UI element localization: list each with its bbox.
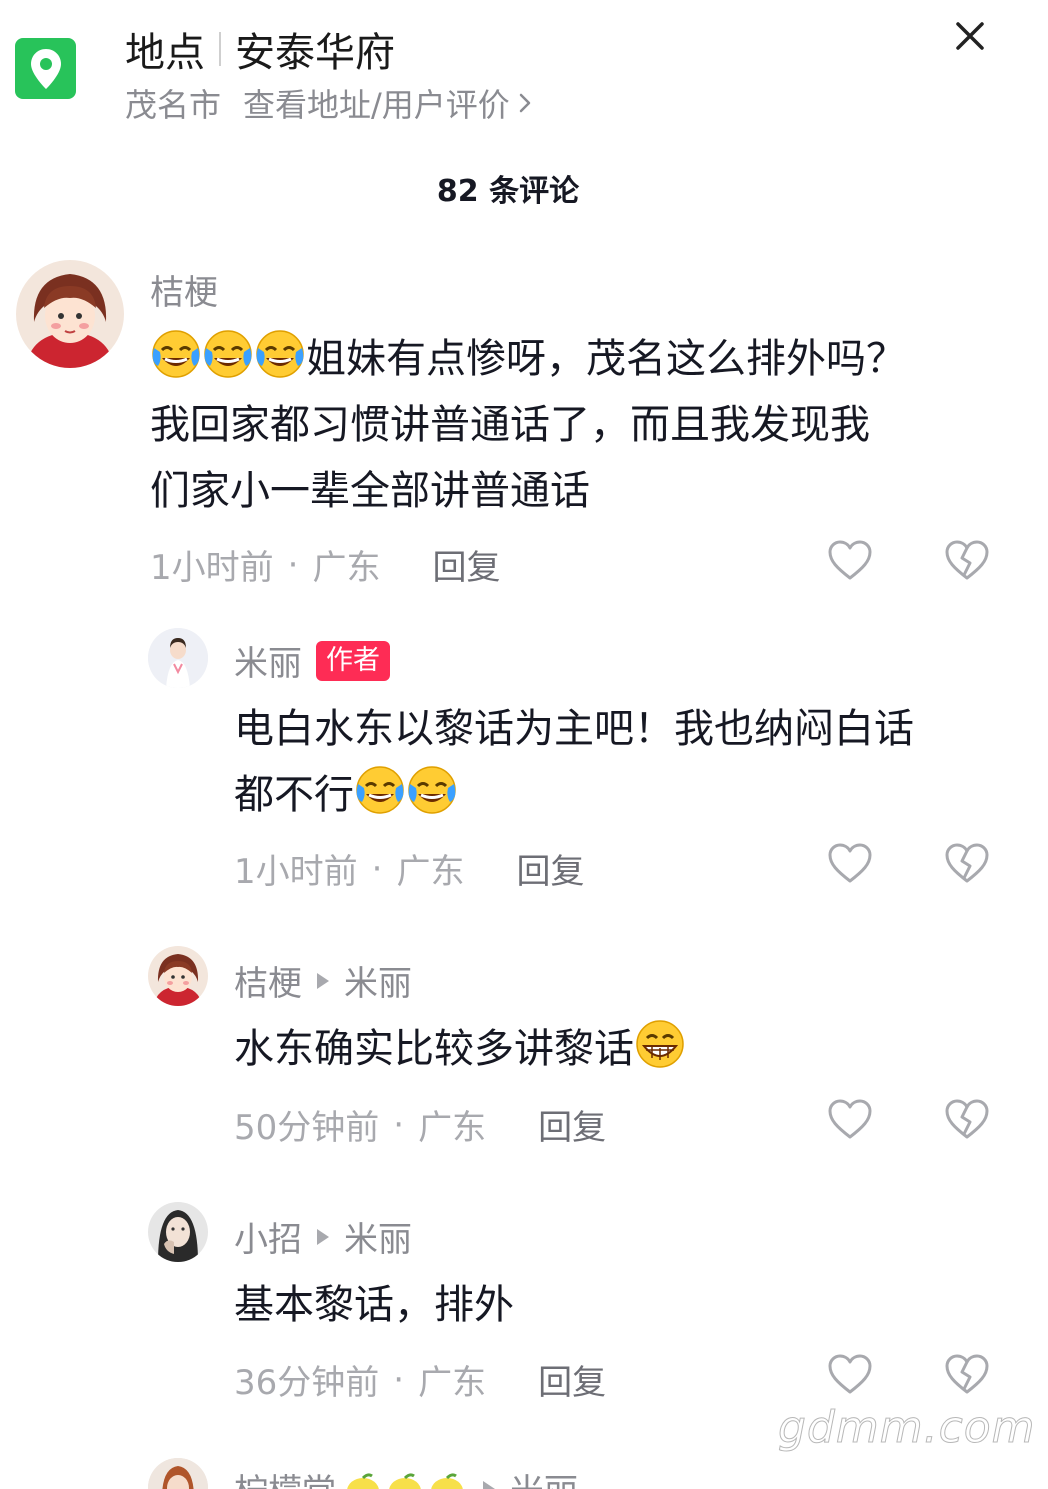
author-badge: 作者 (316, 640, 390, 681)
laughing-crying-emoji-icon (408, 766, 456, 814)
broken-heart-icon[interactable] (944, 539, 990, 581)
comment-time: 1小时前 (150, 548, 274, 588)
laughing-crying-emoji-icon (204, 330, 252, 378)
author-name[interactable]: 柠檬堂 (234, 1464, 336, 1489)
reply-arrow-icon (316, 972, 330, 990)
location-subtitle[interactable]: 茂名市 查看地址/用户评价 (125, 80, 532, 126)
location-title[interactable]: 地点 安泰华府 (125, 20, 395, 78)
comment-text-line: 水东确实比较多讲黎话 (234, 1026, 634, 1072)
location-label: 地点 (125, 30, 205, 76)
lemon-emoji-icon (342, 1471, 384, 1489)
reply-to-name[interactable]: 米丽 (344, 1212, 412, 1261)
reply-button[interactable]: 回复 (516, 844, 584, 893)
laughing-crying-emoji-icon (256, 330, 304, 378)
comment-meta: 1小时前 · 广东 回复 (150, 540, 500, 589)
location-header: 地点 安泰华府 茂名市 查看地址/用户评价 (0, 0, 1048, 140)
laughing-crying-emoji-icon (356, 766, 404, 814)
comment-author[interactable]: 小招 米丽 (234, 1212, 412, 1261)
comment-text-line: 姐妹有点惨呀，茂名这么排外吗？ (306, 336, 906, 382)
comment-count: 82 条评论 (436, 174, 580, 209)
comment-meta: 50分钟前 · 广东 回复 (234, 1100, 606, 1149)
author-name[interactable]: 米丽 (234, 636, 302, 685)
comment-region: 广东 (312, 548, 381, 588)
avatar[interactable] (148, 1202, 208, 1262)
meta-dot: · (287, 544, 299, 585)
comment-text: 姐妹有点惨呀，茂名这么排外吗？ 我回家都习惯讲普通话了，而且我发现我 们家小一辈… (150, 326, 906, 524)
partial-reply-item: 柠檬堂 米丽 (0, 1450, 1048, 1489)
author-name[interactable]: 桔梗 (234, 956, 302, 1005)
comment-author[interactable]: 桔梗 (150, 265, 218, 314)
comment-meta: 36分钟前 · 广东 回复 (234, 1355, 606, 1404)
chevron-right-icon (518, 91, 532, 115)
comment-meta: 1小时前 · 广东 回复 (234, 844, 584, 893)
comment-region: 广东 (418, 1363, 487, 1403)
broken-heart-icon[interactable] (944, 842, 990, 884)
comment-time: 36分钟前 (234, 1363, 380, 1403)
location-name: 安泰华府 (235, 30, 395, 76)
comment-author[interactable]: 桔梗 米丽 (234, 956, 412, 1005)
comment-region: 广东 (396, 852, 465, 892)
broken-heart-icon[interactable] (944, 1098, 990, 1140)
comment-text: 电白水东以黎话为主吧！我也纳闷白话 都不行 (234, 696, 914, 828)
close-icon[interactable] (948, 14, 992, 58)
reply-to-name[interactable]: 米丽 (344, 956, 412, 1005)
watermark: gdmm.com (778, 1402, 1036, 1454)
comment-text-line: 们家小一辈全部讲普通话 (150, 468, 590, 514)
reply-button[interactable]: 回复 (432, 540, 500, 589)
author-name[interactable]: 桔梗 (150, 265, 218, 314)
laughing-crying-emoji-icon (152, 330, 200, 378)
lemon-emoji-icon (384, 1471, 426, 1489)
heart-icon[interactable] (827, 842, 873, 884)
reply-button[interactable]: 回复 (538, 1355, 606, 1404)
comment-region: 广东 (418, 1108, 487, 1148)
heart-icon[interactable] (827, 1353, 873, 1395)
meta-dot: · (393, 1104, 405, 1145)
avatar[interactable] (148, 946, 208, 1006)
reply-to-name[interactable]: 米丽 (510, 1464, 578, 1489)
reply-arrow-icon (482, 1480, 496, 1489)
meta-dot: · (371, 848, 383, 889)
comment-text-line: 都不行 (234, 772, 354, 818)
grinning-emoji-icon (636, 1020, 684, 1068)
author-name[interactable]: 小招 (234, 1212, 302, 1261)
avatar[interactable] (148, 1458, 208, 1489)
reply-arrow-icon (316, 1228, 330, 1246)
comment-time: 50分钟前 (234, 1108, 380, 1148)
comment-author[interactable]: 米丽 作者 (234, 636, 390, 685)
broken-heart-icon[interactable] (944, 1353, 990, 1395)
comment-text-line: 基本黎话，排外 (234, 1282, 514, 1328)
comment-time: 1小时前 (234, 852, 358, 892)
comment-text: 水东确实比较多讲黎话 (234, 1016, 686, 1082)
avatar[interactable] (148, 628, 208, 688)
title-divider (219, 32, 221, 66)
city-name: 茂名市 (125, 86, 222, 124)
comment-text-line: 我回家都习惯讲普通话了，而且我发现我 (150, 402, 870, 448)
comment-text-line: 电白水东以黎话为主吧！我也纳闷白话 (234, 706, 914, 752)
heart-icon[interactable] (827, 539, 873, 581)
heart-icon[interactable] (827, 1098, 873, 1140)
meta-dot: · (393, 1359, 405, 1400)
avatar[interactable] (16, 260, 124, 368)
details-link[interactable]: 查看地址/用户评价 (243, 80, 510, 126)
location-pin-icon[interactable] (15, 38, 76, 99)
lemon-emoji-icon (426, 1471, 468, 1489)
comment-text: 基本黎话，排外 (234, 1272, 514, 1338)
comment-author[interactable]: 柠檬堂 米丽 (234, 1464, 578, 1489)
reply-button[interactable]: 回复 (538, 1100, 606, 1149)
